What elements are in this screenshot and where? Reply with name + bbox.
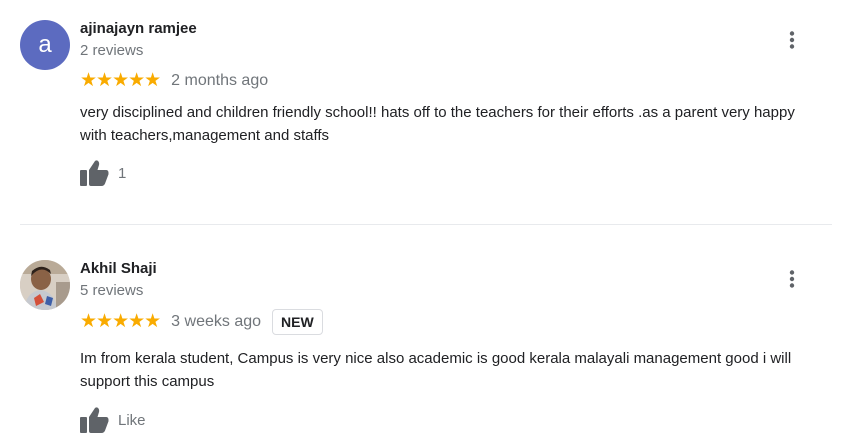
avatar-photo xyxy=(20,260,70,310)
reviewer-name[interactable]: ajinajayn ramjee xyxy=(80,20,197,37)
review-text: Im from kerala student, Campus is very n… xyxy=(80,350,792,390)
like-label: Like xyxy=(118,411,146,429)
review-date: 2 months ago xyxy=(171,72,269,89)
more-vert-icon xyxy=(789,270,795,288)
new-badge: NEW xyxy=(272,309,323,335)
like-count: 1 xyxy=(118,164,127,182)
thumb-up-icon xyxy=(80,407,109,433)
review-date: 3 weeks ago xyxy=(171,313,262,330)
avatar[interactable] xyxy=(20,260,70,310)
more-options-button[interactable] xyxy=(780,267,804,291)
reviewer-review-count: 2 reviews xyxy=(80,42,144,59)
divider xyxy=(20,224,832,225)
review-text: very disciplined and children friendly s… xyxy=(80,104,795,144)
avatar[interactable]: a xyxy=(20,20,70,70)
rating-row: ★★★★★ 2 months ago xyxy=(80,70,268,92)
thumb-up-icon xyxy=(80,160,109,186)
review-card: Akhil Shaji 5 reviews ★★★★★ 3 weeks ago … xyxy=(0,240,850,442)
more-vert-icon xyxy=(789,31,795,49)
reviewer-review-count: 5 reviews xyxy=(80,282,144,299)
star-rating: ★★★★★ xyxy=(80,311,161,332)
rating-row: ★★★★★ 3 weeks ago NEW xyxy=(80,309,323,335)
like-button[interactable]: 1 xyxy=(80,159,126,187)
more-options-button[interactable] xyxy=(780,28,804,52)
star-rating: ★★★★★ xyxy=(80,70,161,91)
like-button[interactable]: Like xyxy=(80,406,146,434)
review-card: a ajinajayn ramjee 2 reviews ★★★★★ 2 mon… xyxy=(0,0,850,224)
reviewer-name[interactable]: Akhil Shaji xyxy=(80,260,157,277)
